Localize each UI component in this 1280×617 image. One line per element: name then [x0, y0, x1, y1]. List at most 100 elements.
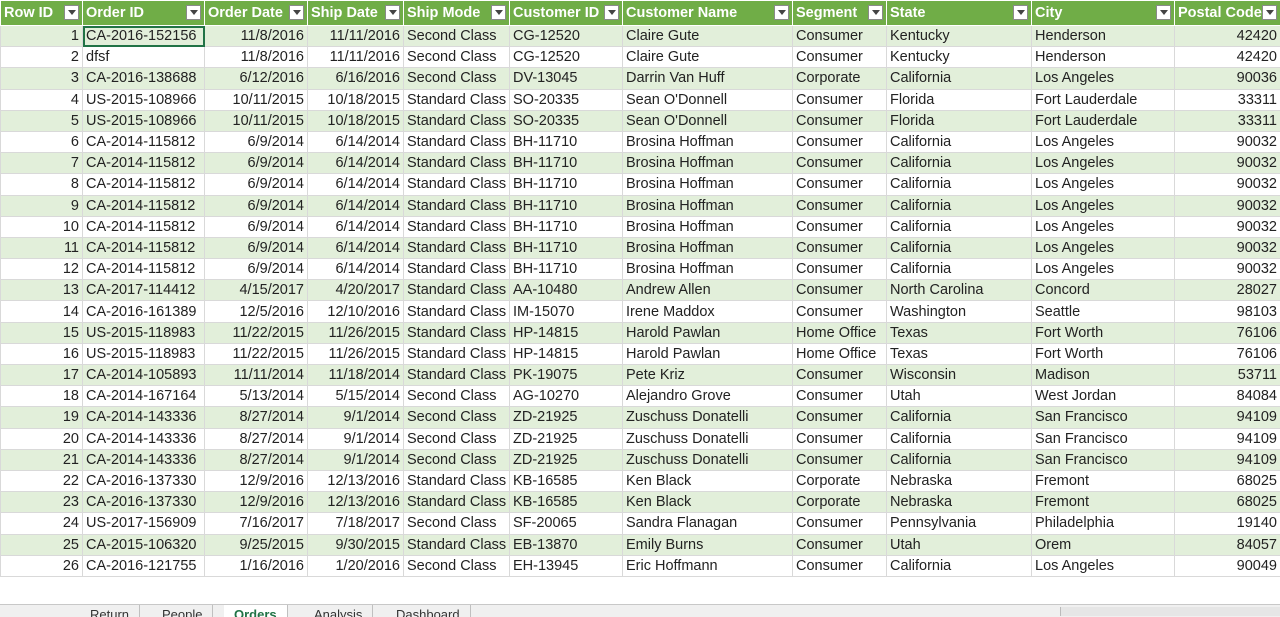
table-cell[interactable]: San Francisco: [1032, 407, 1175, 428]
table-cell[interactable]: 25: [1, 534, 83, 555]
table-cell[interactable]: Second Class: [404, 386, 510, 407]
table-cell[interactable]: Fort Worth: [1032, 343, 1175, 364]
table-cell[interactable]: BH-11710: [510, 259, 623, 280]
table-cell[interactable]: CA-2014-115812: [83, 216, 205, 237]
filter-dropdown-icon[interactable]: [64, 5, 79, 20]
table-cell[interactable]: 12/9/2016: [205, 492, 308, 513]
table-cell[interactable]: CA-2014-115812: [83, 259, 205, 280]
table-cell[interactable]: Second Class: [404, 513, 510, 534]
table-cell[interactable]: CA-2014-143336: [83, 428, 205, 449]
table-cell[interactable]: Consumer: [793, 259, 887, 280]
table-cell[interactable]: 10/11/2015: [205, 110, 308, 131]
table-cell[interactable]: 17: [1, 365, 83, 386]
table-cell[interactable]: Washington: [887, 301, 1032, 322]
table-cell[interactable]: Sean O'Donnell: [623, 89, 793, 110]
column-header[interactable]: Order ID: [83, 1, 205, 26]
table-cell[interactable]: Standard Class: [404, 280, 510, 301]
table-cell[interactable]: Brosina Hoffman: [623, 131, 793, 152]
table-cell[interactable]: Second Class: [404, 47, 510, 68]
table-cell[interactable]: CA-2016-137330: [83, 492, 205, 513]
table-cell[interactable]: CA-2014-143336: [83, 449, 205, 470]
table-cell[interactable]: California: [887, 449, 1032, 470]
table-cell[interactable]: Pete Kriz: [623, 365, 793, 386]
table-cell[interactable]: 6/14/2014: [308, 131, 404, 152]
filter-dropdown-icon[interactable]: [289, 5, 304, 20]
column-header[interactable]: Segment: [793, 1, 887, 26]
column-header[interactable]: State: [887, 1, 1032, 26]
table-cell[interactable]: ZD-21925: [510, 407, 623, 428]
table-cell[interactable]: CA-2015-106320: [83, 534, 205, 555]
table-cell[interactable]: 12/9/2016: [205, 470, 308, 491]
table-cell[interactable]: Consumer: [793, 216, 887, 237]
filter-dropdown-icon[interactable]: [1013, 5, 1028, 20]
table-cell[interactable]: 6/9/2014: [205, 153, 308, 174]
table-cell[interactable]: 11/11/2016: [308, 47, 404, 68]
table-cell[interactable]: California: [887, 216, 1032, 237]
table-cell[interactable]: 11: [1, 237, 83, 258]
table-cell[interactable]: 4/20/2017: [308, 280, 404, 301]
column-header[interactable]: Order Date: [205, 1, 308, 26]
table-cell[interactable]: 18: [1, 386, 83, 407]
table-cell[interactable]: Florida: [887, 89, 1032, 110]
table-cell[interactable]: EB-13870: [510, 534, 623, 555]
sheet-tab-return[interactable]: Return: [80, 605, 140, 617]
table-cell[interactable]: 90032: [1175, 216, 1280, 237]
table-cell[interactable]: Corporate: [793, 68, 887, 89]
table-cell[interactable]: 7: [1, 153, 83, 174]
table-cell[interactable]: Emily Burns: [623, 534, 793, 555]
table-cell[interactable]: 6/9/2014: [205, 237, 308, 258]
table-cell[interactable]: 76106: [1175, 322, 1280, 343]
table-cell[interactable]: CA-2016-121755: [83, 555, 205, 576]
column-header[interactable]: City: [1032, 1, 1175, 26]
table-cell[interactable]: HP-14815: [510, 322, 623, 343]
table-cell[interactable]: CG-12520: [510, 47, 623, 68]
table-cell[interactable]: CA-2014-115812: [83, 174, 205, 195]
table-cell[interactable]: Los Angeles: [1032, 153, 1175, 174]
filter-dropdown-icon[interactable]: [1156, 5, 1171, 20]
table-cell[interactable]: Fort Lauderdale: [1032, 110, 1175, 131]
sheet-tab-orders[interactable]: Orders: [224, 605, 288, 617]
column-header[interactable]: Customer Name: [623, 1, 793, 26]
table-cell[interactable]: ZD-21925: [510, 428, 623, 449]
table-cell[interactable]: DV-13045: [510, 68, 623, 89]
filter-dropdown-icon[interactable]: [868, 5, 883, 20]
table-cell[interactable]: Standard Class: [404, 365, 510, 386]
table-cell[interactable]: 10/18/2015: [308, 89, 404, 110]
table-cell[interactable]: 6/9/2014: [205, 131, 308, 152]
table-cell[interactable]: KB-16585: [510, 492, 623, 513]
table-cell[interactable]: 24: [1, 513, 83, 534]
table-cell[interactable]: 11/26/2015: [308, 322, 404, 343]
table-cell[interactable]: SF-20065: [510, 513, 623, 534]
table-cell[interactable]: Los Angeles: [1032, 555, 1175, 576]
table-cell[interactable]: 6/9/2014: [205, 259, 308, 280]
table-cell[interactable]: Brosina Hoffman: [623, 195, 793, 216]
sheet-tab-analysis[interactable]: Analysis: [304, 605, 373, 617]
table-cell[interactable]: Zuschuss Donatelli: [623, 407, 793, 428]
table-cell[interactable]: Standard Class: [404, 89, 510, 110]
table-cell[interactable]: 2: [1, 47, 83, 68]
table-cell[interactable]: Home Office: [793, 343, 887, 364]
table-cell[interactable]: 90032: [1175, 237, 1280, 258]
table-cell[interactable]: 19140: [1175, 513, 1280, 534]
table-cell[interactable]: 19: [1, 407, 83, 428]
table-cell[interactable]: 9: [1, 195, 83, 216]
table-cell[interactable]: 5/13/2014: [205, 386, 308, 407]
table-cell[interactable]: 6: [1, 131, 83, 152]
table-cell[interactable]: 33311: [1175, 110, 1280, 131]
table-cell[interactable]: Consumer: [793, 153, 887, 174]
table-cell[interactable]: CA-2014-115812: [83, 131, 205, 152]
table-cell[interactable]: Sandra Flanagan: [623, 513, 793, 534]
table-cell[interactable]: Los Angeles: [1032, 131, 1175, 152]
table-cell[interactable]: 11/18/2014: [308, 365, 404, 386]
table-cell[interactable]: Standard Class: [404, 301, 510, 322]
table-cell[interactable]: California: [887, 68, 1032, 89]
table-cell[interactable]: 6/14/2014: [308, 216, 404, 237]
table-cell[interactable]: Zuschuss Donatelli: [623, 449, 793, 470]
table-cell[interactable]: 90032: [1175, 259, 1280, 280]
table-cell[interactable]: KB-16585: [510, 470, 623, 491]
table-cell[interactable]: 21: [1, 449, 83, 470]
table-cell[interactable]: BH-11710: [510, 195, 623, 216]
table-cell[interactable]: 90036: [1175, 68, 1280, 89]
table-cell[interactable]: Consumer: [793, 428, 887, 449]
table-cell[interactable]: Consumer: [793, 26, 887, 47]
